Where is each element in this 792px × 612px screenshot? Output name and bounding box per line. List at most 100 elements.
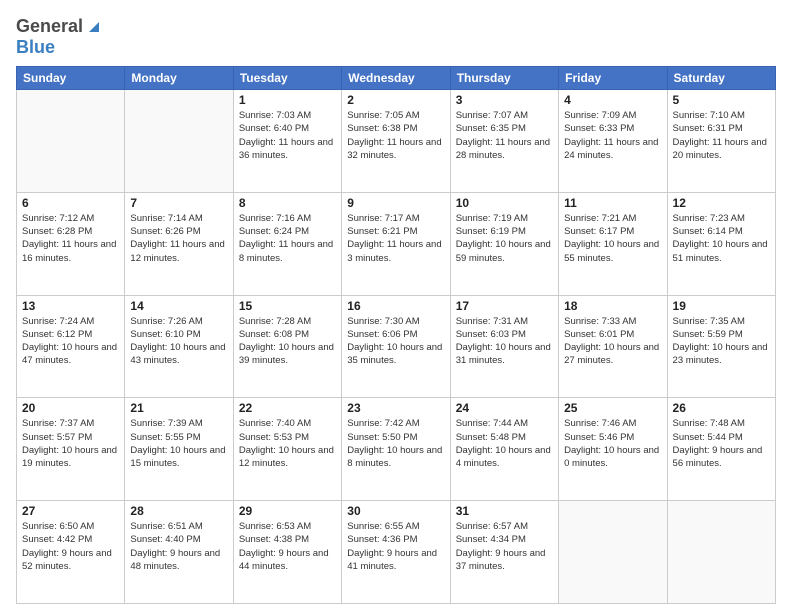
sunset-text: Sunset: 5:53 PM <box>239 431 336 444</box>
sunrise-text: Sunrise: 7:19 AM <box>456 212 553 225</box>
day-number: 1 <box>239 93 336 107</box>
cell-text: Sunrise: 7:30 AM Sunset: 6:06 PM Dayligh… <box>347 315 444 368</box>
daylight-text: Daylight: 10 hours and 55 minutes. <box>564 238 661 265</box>
sunset-text: Sunset: 6:14 PM <box>673 225 770 238</box>
calendar-cell: 8 Sunrise: 7:16 AM Sunset: 6:24 PM Dayli… <box>233 192 341 295</box>
logo-blue-text: Blue <box>16 37 55 57</box>
daylight-text: Daylight: 10 hours and 39 minutes. <box>239 341 336 368</box>
calendar-cell: 30 Sunrise: 6:55 AM Sunset: 4:36 PM Dayl… <box>342 501 450 604</box>
day-number: 7 <box>130 196 227 210</box>
col-friday: Friday <box>559 67 667 90</box>
sunset-text: Sunset: 6:40 PM <box>239 122 336 135</box>
day-number: 26 <box>673 401 770 415</box>
logo: General Blue <box>16 16 103 58</box>
sunrise-text: Sunrise: 7:17 AM <box>347 212 444 225</box>
daylight-text: Daylight: 10 hours and 15 minutes. <box>130 444 227 471</box>
cell-text: Sunrise: 7:03 AM Sunset: 6:40 PM Dayligh… <box>239 109 336 162</box>
sunset-text: Sunset: 6:19 PM <box>456 225 553 238</box>
calendar-week-row: 20 Sunrise: 7:37 AM Sunset: 5:57 PM Dayl… <box>17 398 776 501</box>
daylight-text: Daylight: 11 hours and 36 minutes. <box>239 136 336 163</box>
daylight-text: Daylight: 9 hours and 44 minutes. <box>239 547 336 574</box>
sunset-text: Sunset: 6:35 PM <box>456 122 553 135</box>
sunrise-text: Sunrise: 7:37 AM <box>22 417 119 430</box>
daylight-text: Daylight: 11 hours and 28 minutes. <box>456 136 553 163</box>
col-sunday: Sunday <box>17 67 125 90</box>
sunset-text: Sunset: 6:24 PM <box>239 225 336 238</box>
day-number: 9 <box>347 196 444 210</box>
cell-text: Sunrise: 7:40 AM Sunset: 5:53 PM Dayligh… <box>239 417 336 470</box>
day-number: 28 <box>130 504 227 518</box>
calendar-cell: 1 Sunrise: 7:03 AM Sunset: 6:40 PM Dayli… <box>233 90 341 193</box>
day-number: 11 <box>564 196 661 210</box>
calendar-cell: 5 Sunrise: 7:10 AM Sunset: 6:31 PM Dayli… <box>667 90 775 193</box>
cell-text: Sunrise: 6:57 AM Sunset: 4:34 PM Dayligh… <box>456 520 553 573</box>
daylight-text: Daylight: 10 hours and 19 minutes. <box>22 444 119 471</box>
sunset-text: Sunset: 4:34 PM <box>456 533 553 546</box>
calendar-week-row: 6 Sunrise: 7:12 AM Sunset: 6:28 PM Dayli… <box>17 192 776 295</box>
sunset-text: Sunset: 6:01 PM <box>564 328 661 341</box>
sunset-text: Sunset: 5:46 PM <box>564 431 661 444</box>
sunrise-text: Sunrise: 7:46 AM <box>564 417 661 430</box>
calendar-cell <box>559 501 667 604</box>
day-number: 31 <box>456 504 553 518</box>
day-number: 14 <box>130 299 227 313</box>
sunset-text: Sunset: 6:08 PM <box>239 328 336 341</box>
day-number: 4 <box>564 93 661 107</box>
calendar-table: Sunday Monday Tuesday Wednesday Thursday… <box>16 66 776 604</box>
calendar-cell: 26 Sunrise: 7:48 AM Sunset: 5:44 PM Dayl… <box>667 398 775 501</box>
cell-text: Sunrise: 7:26 AM Sunset: 6:10 PM Dayligh… <box>130 315 227 368</box>
calendar-cell: 24 Sunrise: 7:44 AM Sunset: 5:48 PM Dayl… <box>450 398 558 501</box>
cell-text: Sunrise: 7:07 AM Sunset: 6:35 PM Dayligh… <box>456 109 553 162</box>
sunset-text: Sunset: 6:03 PM <box>456 328 553 341</box>
sunrise-text: Sunrise: 7:14 AM <box>130 212 227 225</box>
cell-text: Sunrise: 7:12 AM Sunset: 6:28 PM Dayligh… <box>22 212 119 265</box>
daylight-text: Daylight: 11 hours and 24 minutes. <box>564 136 661 163</box>
sunrise-text: Sunrise: 7:07 AM <box>456 109 553 122</box>
sunset-text: Sunset: 5:57 PM <box>22 431 119 444</box>
sunrise-text: Sunrise: 7:31 AM <box>456 315 553 328</box>
sunrise-text: Sunrise: 7:48 AM <box>673 417 770 430</box>
sunset-text: Sunset: 6:06 PM <box>347 328 444 341</box>
calendar-cell: 20 Sunrise: 7:37 AM Sunset: 5:57 PM Dayl… <box>17 398 125 501</box>
day-number: 27 <box>22 504 119 518</box>
day-number: 3 <box>456 93 553 107</box>
daylight-text: Daylight: 10 hours and 27 minutes. <box>564 341 661 368</box>
cell-text: Sunrise: 6:55 AM Sunset: 4:36 PM Dayligh… <box>347 520 444 573</box>
calendar-cell: 31 Sunrise: 6:57 AM Sunset: 4:34 PM Dayl… <box>450 501 558 604</box>
col-tuesday: Tuesday <box>233 67 341 90</box>
calendar-cell: 6 Sunrise: 7:12 AM Sunset: 6:28 PM Dayli… <box>17 192 125 295</box>
cell-text: Sunrise: 7:33 AM Sunset: 6:01 PM Dayligh… <box>564 315 661 368</box>
sunrise-text: Sunrise: 7:26 AM <box>130 315 227 328</box>
sunset-text: Sunset: 6:28 PM <box>22 225 119 238</box>
day-number: 23 <box>347 401 444 415</box>
calendar-cell: 18 Sunrise: 7:33 AM Sunset: 6:01 PM Dayl… <box>559 295 667 398</box>
calendar-cell <box>125 90 233 193</box>
sunrise-text: Sunrise: 7:33 AM <box>564 315 661 328</box>
cell-text: Sunrise: 7:28 AM Sunset: 6:08 PM Dayligh… <box>239 315 336 368</box>
calendar-cell: 16 Sunrise: 7:30 AM Sunset: 6:06 PM Dayl… <box>342 295 450 398</box>
day-number: 19 <box>673 299 770 313</box>
cell-text: Sunrise: 7:09 AM Sunset: 6:33 PM Dayligh… <box>564 109 661 162</box>
col-monday: Monday <box>125 67 233 90</box>
daylight-text: Daylight: 10 hours and 23 minutes. <box>673 341 770 368</box>
cell-text: Sunrise: 7:37 AM Sunset: 5:57 PM Dayligh… <box>22 417 119 470</box>
sunset-text: Sunset: 6:12 PM <box>22 328 119 341</box>
sunset-text: Sunset: 6:26 PM <box>130 225 227 238</box>
sunrise-text: Sunrise: 6:51 AM <box>130 520 227 533</box>
sunrise-text: Sunrise: 7:39 AM <box>130 417 227 430</box>
sunrise-text: Sunrise: 7:23 AM <box>673 212 770 225</box>
sunset-text: Sunset: 4:42 PM <box>22 533 119 546</box>
sunrise-text: Sunrise: 7:09 AM <box>564 109 661 122</box>
sunrise-text: Sunrise: 7:21 AM <box>564 212 661 225</box>
sunrise-text: Sunrise: 7:30 AM <box>347 315 444 328</box>
daylight-text: Daylight: 11 hours and 8 minutes. <box>239 238 336 265</box>
header: General Blue <box>16 16 776 58</box>
daylight-text: Daylight: 9 hours and 48 minutes. <box>130 547 227 574</box>
sunset-text: Sunset: 5:59 PM <box>673 328 770 341</box>
logo-general-text: General <box>16 16 83 37</box>
day-number: 16 <box>347 299 444 313</box>
cell-text: Sunrise: 7:42 AM Sunset: 5:50 PM Dayligh… <box>347 417 444 470</box>
calendar-cell: 29 Sunrise: 6:53 AM Sunset: 4:38 PM Dayl… <box>233 501 341 604</box>
daylight-text: Daylight: 11 hours and 3 minutes. <box>347 238 444 265</box>
sunrise-text: Sunrise: 7:10 AM <box>673 109 770 122</box>
